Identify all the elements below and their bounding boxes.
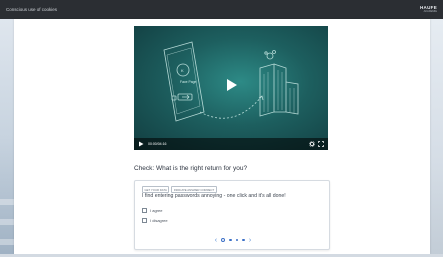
tag-label: INDICATE ANSWER CORRECT	[171, 186, 217, 193]
background-stripe	[0, 199, 14, 205]
tag-list: GET YOUR DATA INDICATE ANSWER CORRECT	[142, 186, 217, 193]
checkbox[interactable]	[142, 208, 147, 213]
question-card: GET YOUR DATA INDICATE ANSWER CORRECT I …	[134, 180, 330, 250]
question-prompt: Check: What is the right return for you?	[134, 165, 248, 172]
right-background	[430, 19, 443, 257]
background-stripe	[0, 239, 14, 245]
gear-icon[interactable]	[309, 141, 315, 147]
play-icon[interactable]	[224, 78, 238, 92]
option-label: I agree	[150, 208, 163, 213]
page-dot-4[interactable]	[242, 238, 245, 242]
option-agree[interactable]: I agree	[142, 208, 162, 213]
question-statement: I find entering passwords annoying - one…	[142, 193, 286, 199]
chevron-left-icon[interactable]: ‹	[215, 237, 217, 244]
checkbox[interactable]	[142, 218, 147, 223]
course-title: Conscious use of cookies	[6, 7, 58, 12]
brand-logo: HAUFE AKADEMIE	[420, 4, 437, 14]
chevron-right-icon[interactable]: ›	[249, 237, 251, 244]
brand-name: HAUFE	[420, 4, 437, 10]
page-dot-2[interactable]	[229, 238, 232, 242]
pagination: ‹ ›	[135, 235, 331, 245]
page-dot-1[interactable]	[221, 238, 226, 242]
fullscreen-icon[interactable]	[318, 141, 324, 147]
left-background	[0, 19, 14, 257]
brand-subname: AKADEMIE	[423, 9, 437, 13]
video-controls: 00:00/04:16	[134, 138, 328, 150]
play-small-icon[interactable]	[138, 141, 144, 147]
avatar-letter: K	[181, 68, 184, 73]
tag-label: GET YOUR DATA	[142, 186, 170, 193]
top-bar: Conscious use of cookies HAUFE AKADEMIE	[0, 0, 443, 19]
video-player[interactable]: Face Page K 00:00/04:16	[134, 26, 328, 150]
option-disagree[interactable]: I disagree	[142, 218, 168, 223]
background-stripe	[0, 219, 14, 225]
scene-label: Face Page	[180, 80, 197, 84]
option-label: I disagree	[150, 218, 168, 223]
page-dot-3[interactable]	[235, 238, 239, 242]
video-time: 00:00/04:16	[148, 142, 167, 146]
